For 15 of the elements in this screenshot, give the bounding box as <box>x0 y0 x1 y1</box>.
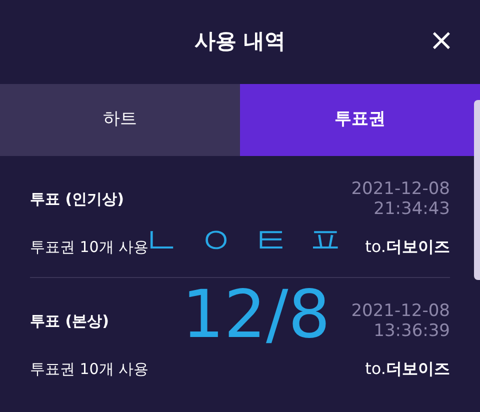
tab[interactable]: 투표권 <box>240 84 480 156</box>
scrollbar[interactable] <box>474 100 480 280</box>
entry-title: 투표 (인기상) <box>30 189 124 210</box>
window-title: 사용 내역 <box>194 28 286 56</box>
close-button[interactable]: × <box>428 26 454 56</box>
entry-time: 21:34:43 <box>372 200 450 220</box>
tab[interactable]: 하트 <box>0 84 240 156</box>
entry-date: 2021-12-08 <box>351 180 450 200</box>
entry-recipient: to.더보이즈 <box>365 358 450 380</box>
entry-detail: 투표권 10개 사용 <box>30 358 149 380</box>
overlay-text: 12/8 <box>182 282 330 348</box>
entry-date: 2021-12-08 <box>351 302 450 322</box>
entry-time: 13:36:39 <box>372 322 450 342</box>
entry-recipient: to.더보이즈 <box>365 236 450 258</box>
entry-title: 투표 (본상) <box>30 311 109 332</box>
